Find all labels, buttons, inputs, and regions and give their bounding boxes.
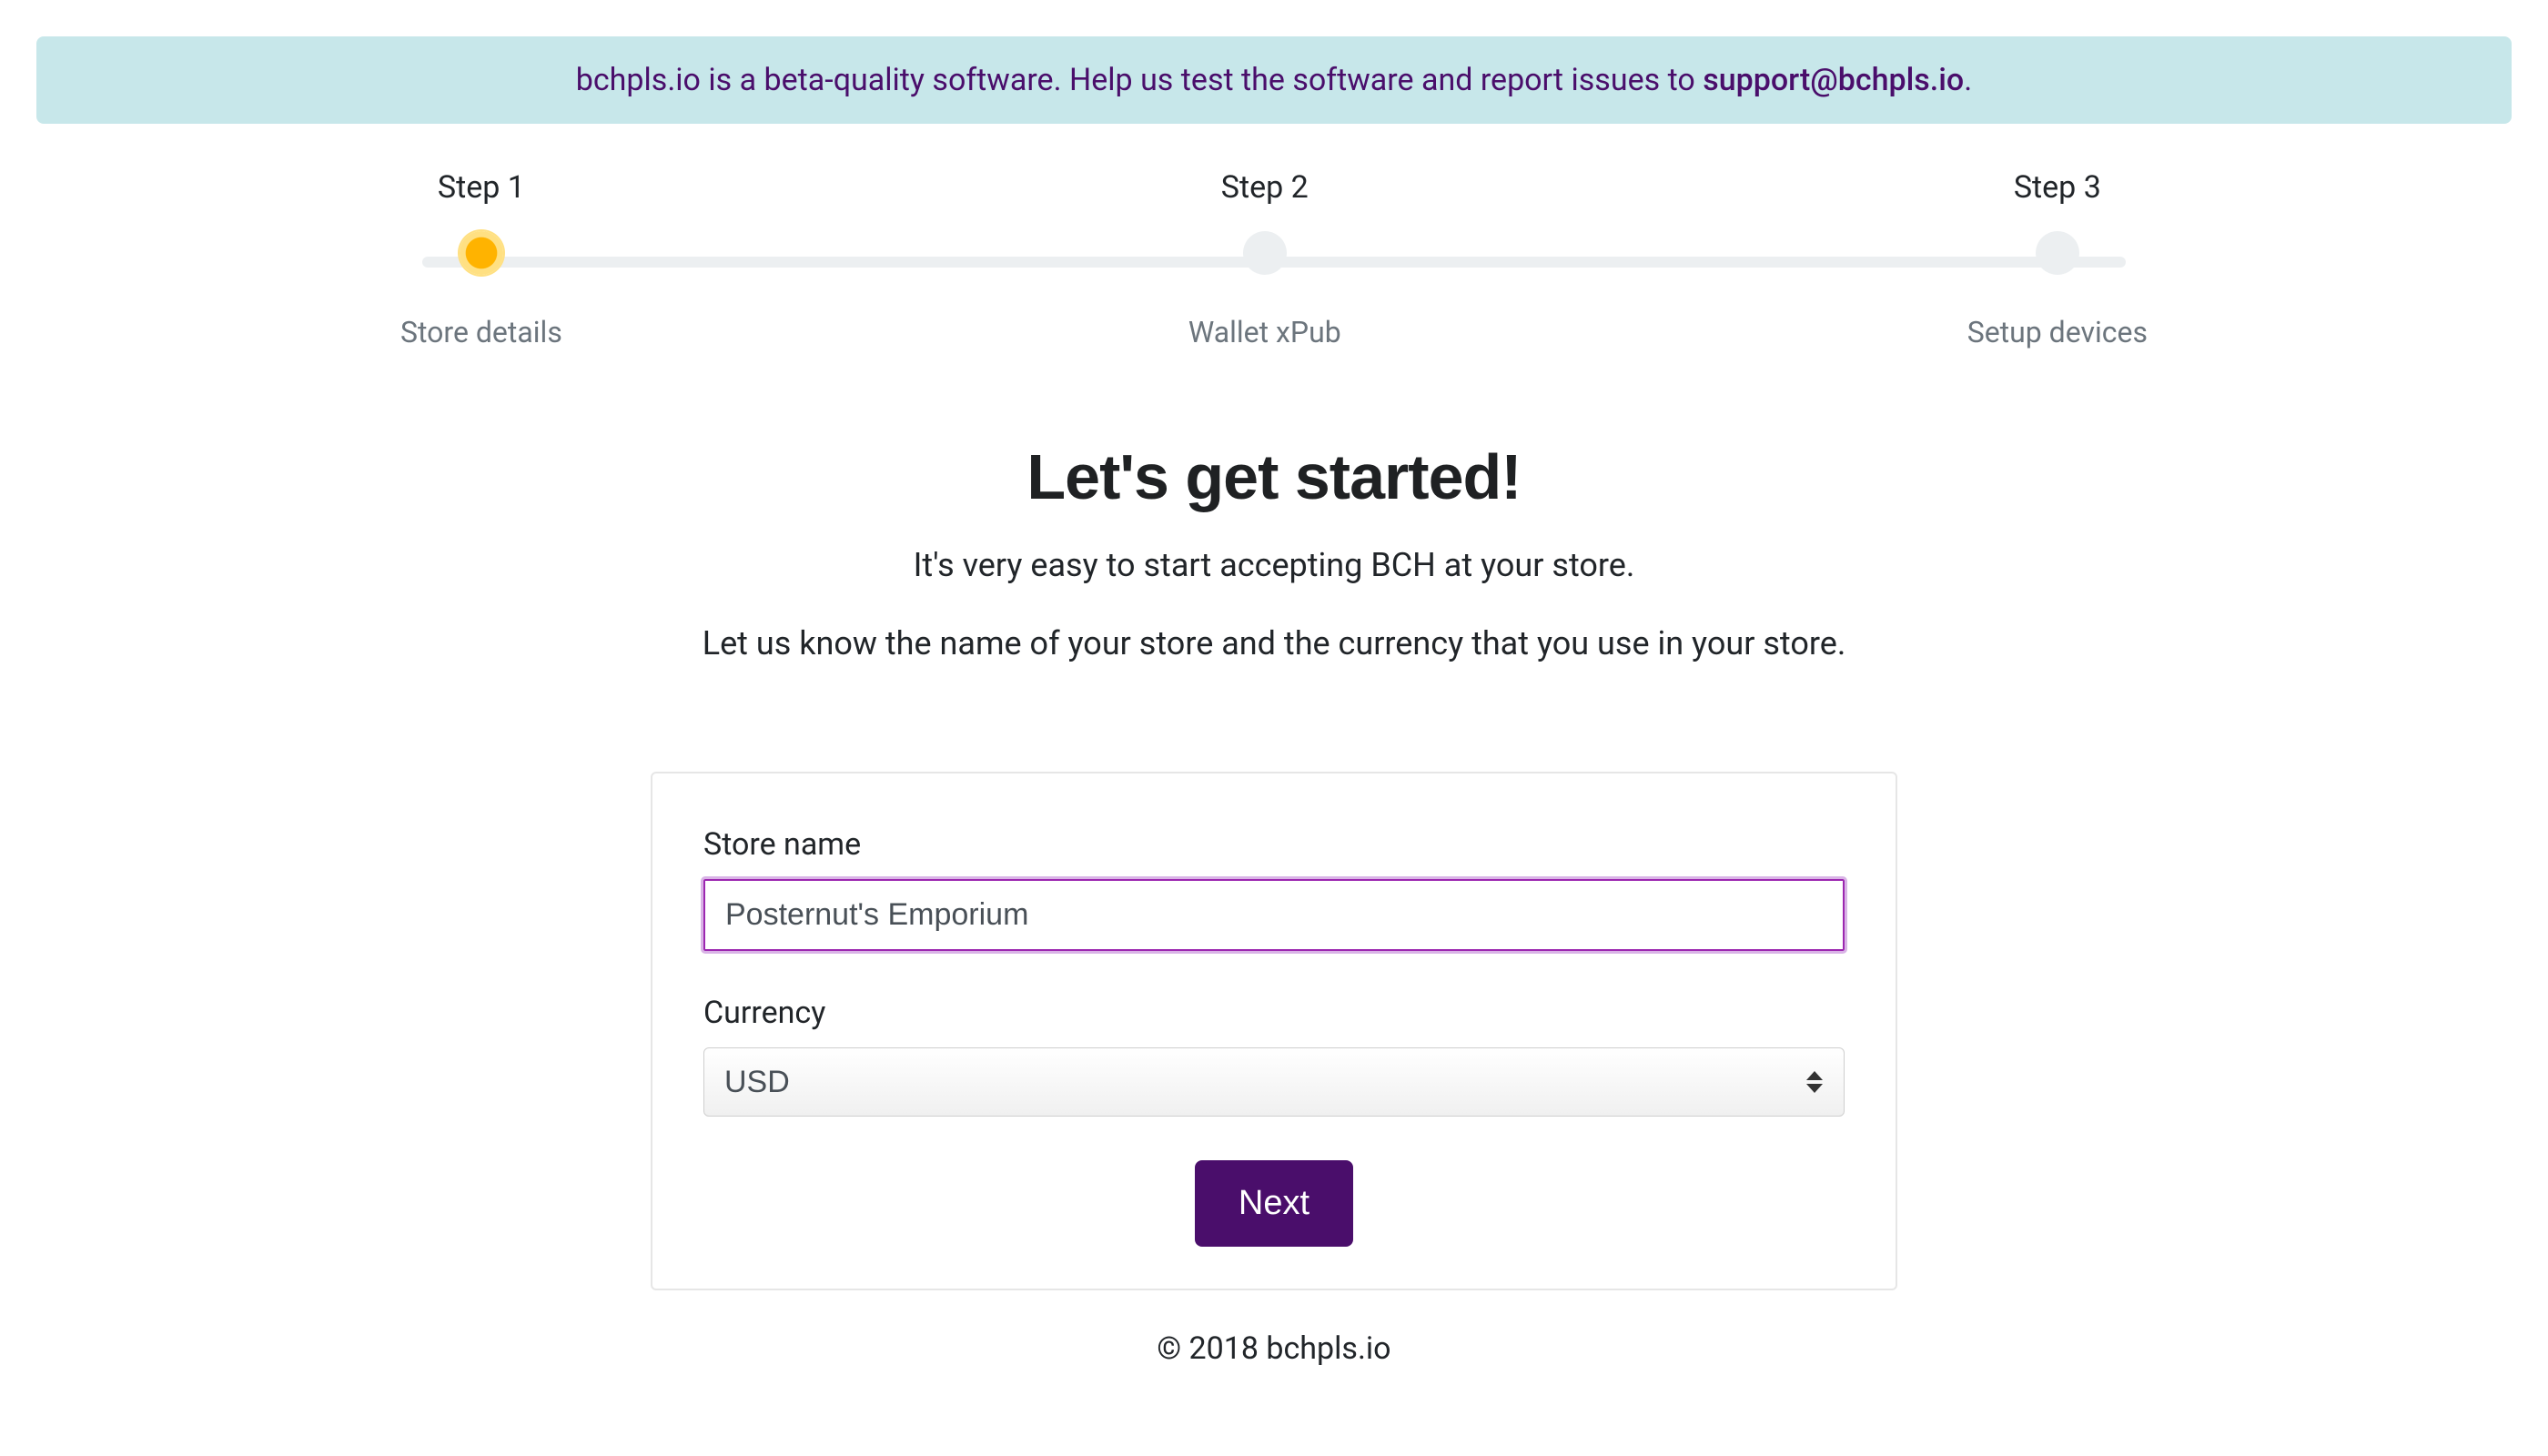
footer-copyright: © 2018 bchpls.io	[36, 1330, 2512, 1367]
page-instruction: Let us know the name of your store and t…	[36, 624, 2512, 662]
step-title: Step 2	[1221, 169, 1309, 206]
step-dot-icon	[1243, 231, 1287, 275]
step-subtitle: Wallet xPub	[1188, 315, 1341, 349]
next-button[interactable]: Next	[1195, 1160, 1353, 1247]
page-title: Let's get started!	[36, 440, 2512, 513]
page-subtitle: It's very easy to start accepting BCH at…	[36, 546, 2512, 584]
step-3[interactable]: Step 3 Setup devices	[1967, 169, 2148, 349]
step-title: Step 1	[438, 169, 525, 206]
step-2[interactable]: Step 2 Wallet xPub	[1188, 169, 1341, 349]
banner-text-after: .	[1964, 62, 1972, 98]
store-form-card: Store name Currency USD Next	[651, 772, 1897, 1290]
store-name-input[interactable]	[703, 879, 1845, 951]
step-dot-icon	[460, 231, 503, 275]
step-subtitle: Store details	[400, 315, 562, 349]
store-name-label: Store name	[703, 826, 1845, 863]
support-email-link[interactable]: support@bchpls.io	[1703, 62, 1964, 98]
step-subtitle: Setup devices	[1967, 315, 2148, 349]
step-dot-icon	[2036, 231, 2079, 275]
step-1[interactable]: Step 1 Store details	[400, 169, 562, 349]
main-content: Let's get started! It's very easy to sta…	[36, 440, 2512, 1290]
beta-banner: bchpls.io is a beta-quality software. He…	[36, 36, 2512, 124]
step-title: Step 3	[2014, 169, 2101, 206]
currency-select[interactable]: USD	[703, 1047, 1845, 1117]
currency-label: Currency	[703, 995, 1845, 1031]
stepper: Step 1 Store details Step 2 Wallet xPub …	[400, 169, 2148, 349]
banner-text-before: bchpls.io is a beta-quality software. He…	[576, 62, 1703, 98]
